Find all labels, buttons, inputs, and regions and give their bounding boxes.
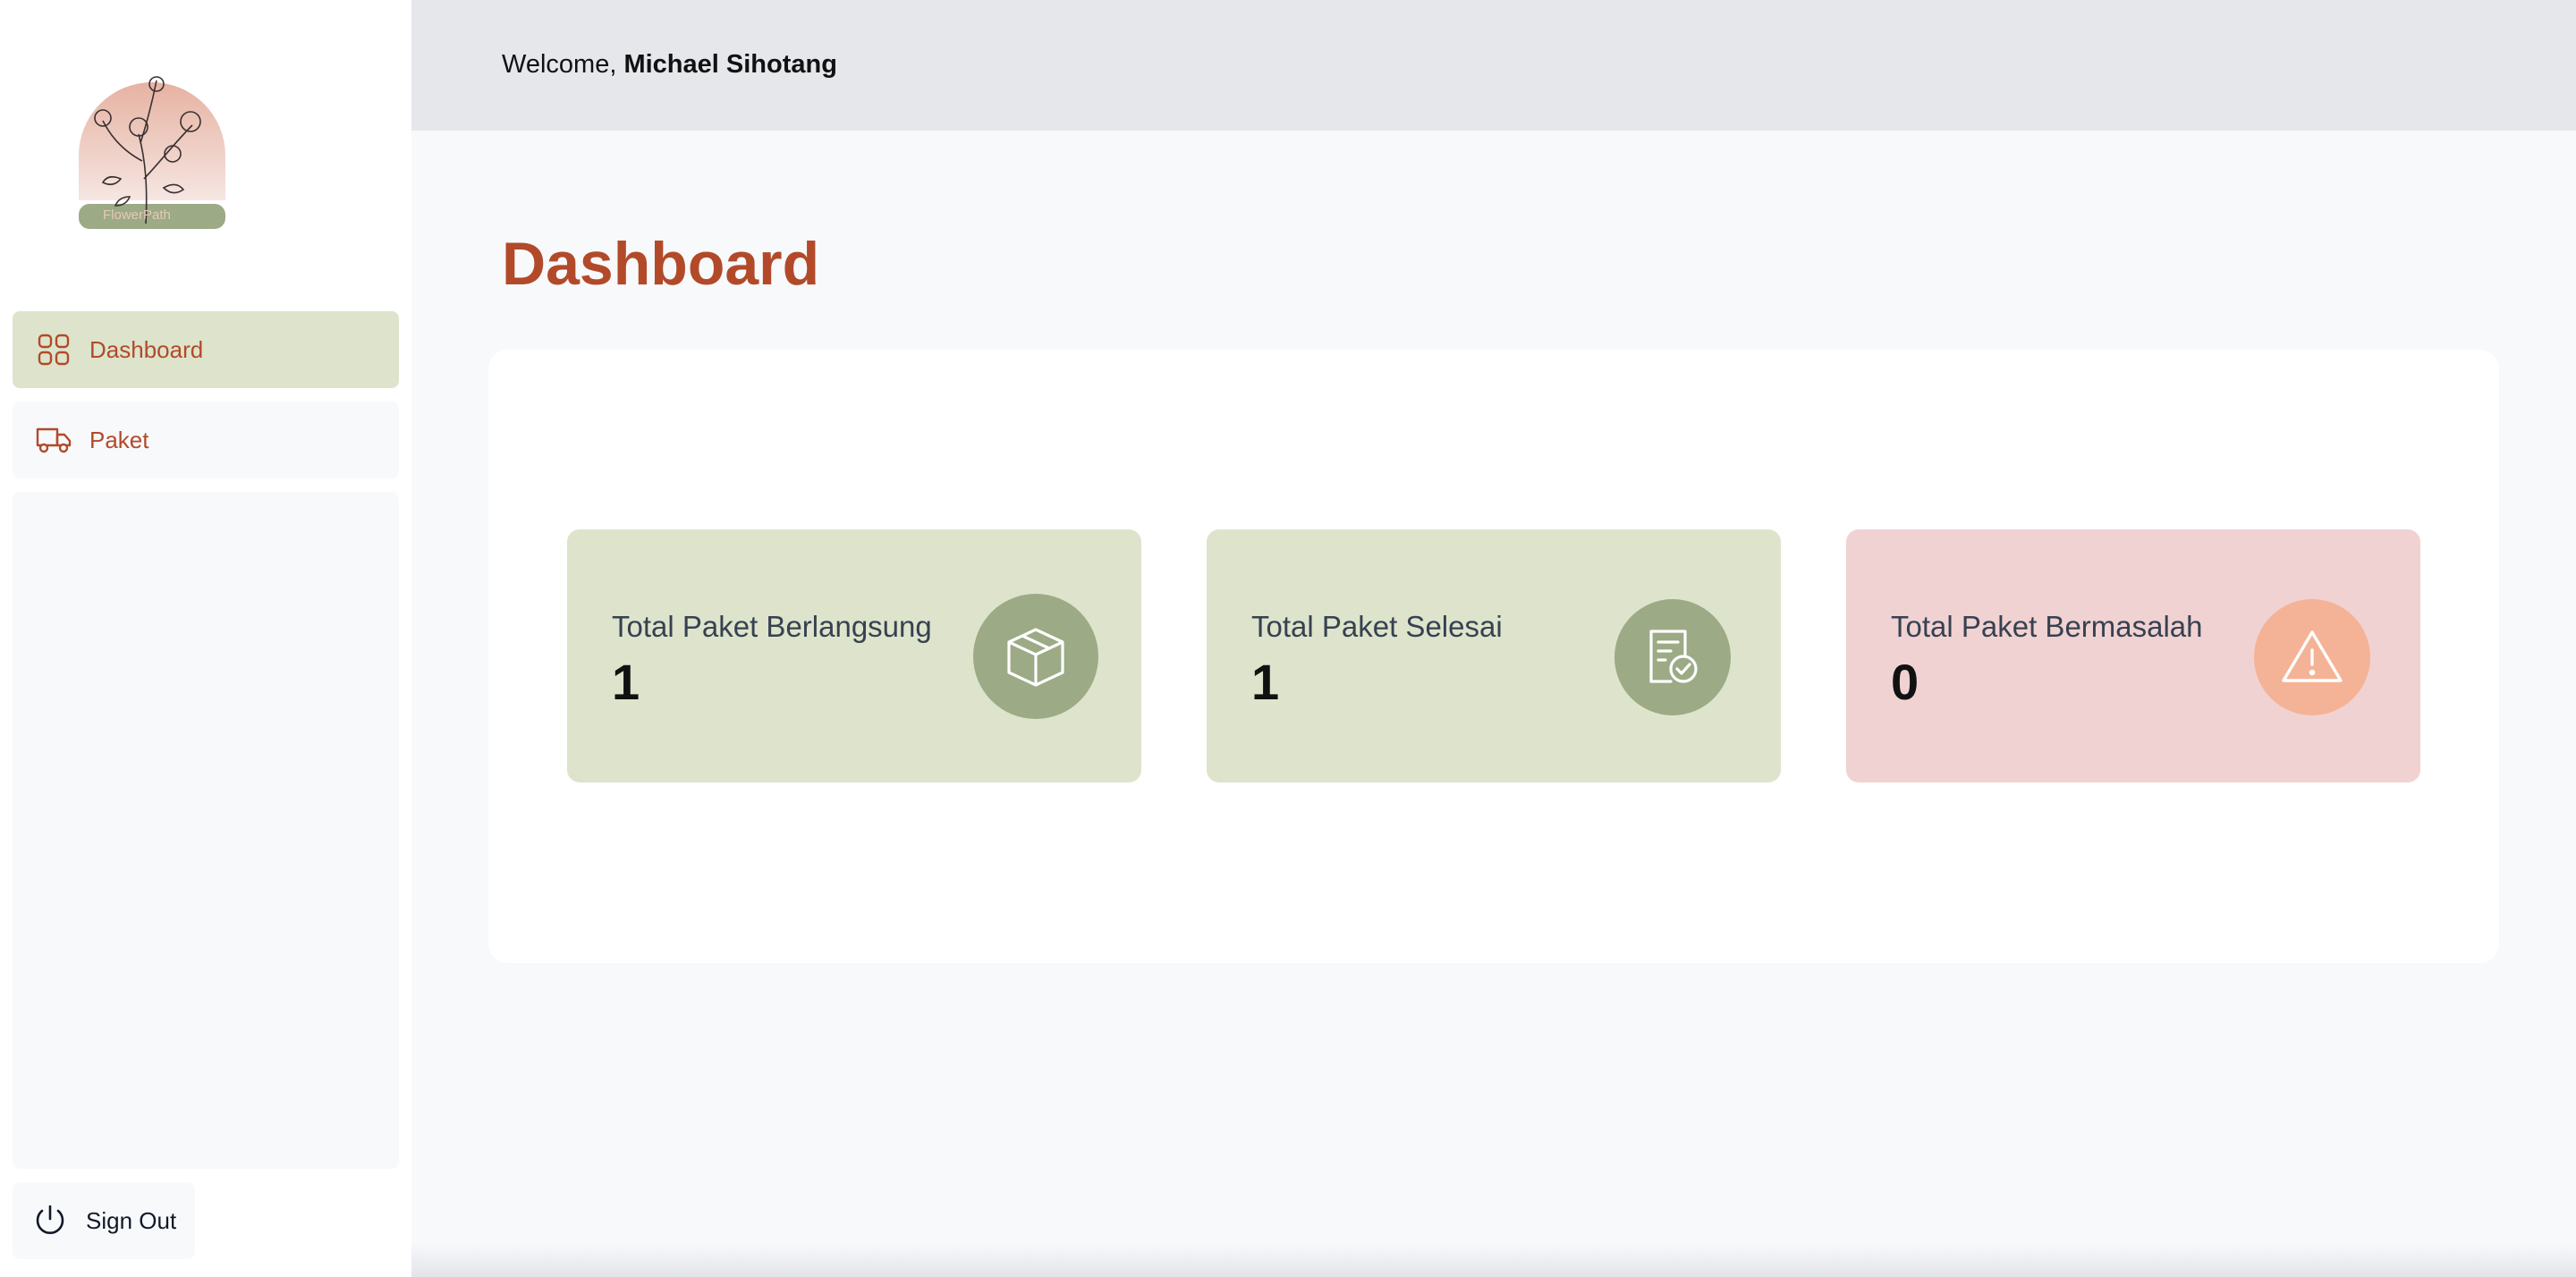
page-title: Dashboard <box>502 230 820 298</box>
stat-card-value: 0 <box>1891 654 1919 710</box>
stat-card-selesai: Total Paket Selesai 1 <box>1207 529 1781 782</box>
stat-card-value: 1 <box>1251 654 1280 710</box>
sidebar-item-label: Paket <box>89 426 149 453</box>
warning-icon <box>2254 599 2370 715</box>
stat-card-berlangsung: Total Paket Berlangsung 1 <box>567 529 1141 782</box>
truck-icon <box>36 422 72 458</box>
sidebar-item-dashboard[interactable]: Dashboard <box>13 311 399 388</box>
grid-icon <box>36 332 72 368</box>
bottom-shadow <box>411 1243 2576 1277</box>
stat-card-label: Total Paket Berlangsung <box>612 610 932 643</box>
stat-card-label: Total Paket Bermasalah <box>1891 610 2203 643</box>
document-check-icon <box>1614 599 1731 715</box>
top-header: Welcome, Michael Sihotang <box>411 0 2576 131</box>
stat-card-value: 1 <box>612 654 640 710</box>
user-name: Michael Sihotang <box>623 50 837 79</box>
sidebar-item-paket[interactable]: Paket <box>13 402 399 478</box>
sign-out-label: Sign Out <box>86 1206 177 1234</box>
power-icon <box>32 1203 68 1239</box>
box-icon <box>973 594 1098 719</box>
stat-card-label: Total Paket Selesai <box>1251 610 1503 643</box>
flowerpath-logo[interactable]: FlowerPath <box>76 72 228 233</box>
sidebar: FlowerPath Dashboard Paket Sign Out <box>0 0 411 1277</box>
sidebar-item-label: Dashboard <box>89 335 204 363</box>
sidebar-empty-area <box>13 492 399 1169</box>
logo-text: FlowerPath <box>103 207 171 223</box>
stat-card-bermasalah: Total Paket Bermasalah 0 <box>1846 529 2420 782</box>
sign-out-button[interactable]: Sign Out <box>13 1182 195 1259</box>
welcome-prefix: Welcome, <box>502 50 617 79</box>
welcome-message: Welcome, Michael Sihotang <box>502 50 837 80</box>
